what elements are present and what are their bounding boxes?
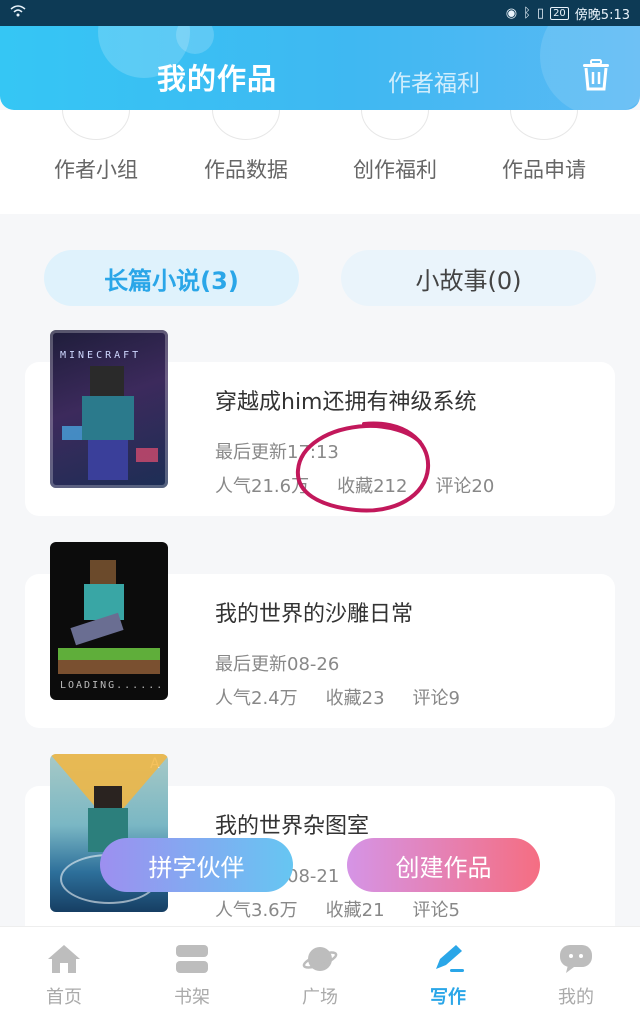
work-favorites: 收藏21: [325, 900, 385, 921]
status-bar: ◉ ᛒ ▯ 20 傍晚5:13: [0, 0, 640, 26]
cover-figure-body: [82, 396, 134, 440]
book-cover[interactable]: LOADING......: [50, 542, 168, 700]
pinzi-partner-button[interactable]: 拼字伙伴: [100, 838, 293, 892]
work-favorites: 收藏23: [325, 688, 385, 709]
nav-label: 广场: [302, 987, 338, 1008]
nav-write[interactable]: 写作: [384, 927, 512, 1024]
nav-home[interactable]: 首页: [0, 927, 128, 1024]
work-title: 我的世界的沙雕日常: [215, 602, 414, 627]
work-popularity: 人气2.4万: [215, 688, 298, 709]
nav-label: 书架: [174, 987, 210, 1008]
work-comments: 评论5: [412, 900, 460, 921]
quick-author-group[interactable]: 作者小组: [31, 154, 161, 184]
work-popularity: 人气3.6万: [215, 900, 298, 921]
quick-creation-welfare[interactable]: 创作福利: [330, 154, 460, 184]
battery-indicator: 20: [550, 6, 569, 20]
segment-short-story[interactable]: 小故事(0): [341, 250, 596, 306]
work-updated: 最后更新08-26: [215, 654, 340, 675]
cover-text: LOADING......: [60, 680, 165, 691]
clock: 傍晚5:13: [574, 7, 630, 23]
vibrate-icon: ▯: [536, 5, 545, 21]
cover-panel: [62, 426, 82, 440]
work-stats: 人气21.6万 收藏212 评论20: [215, 472, 522, 498]
work-favorites: 收藏212: [337, 476, 408, 497]
chat-bubble-icon: [560, 945, 592, 973]
work-comments: 评论9: [412, 688, 460, 709]
quick-work-apply[interactable]: 作品申请: [479, 154, 609, 184]
cover-figure-head: [94, 786, 122, 808]
create-work-button[interactable]: 创建作品: [347, 838, 540, 892]
tab-author-welfare[interactable]: 作者福利: [388, 64, 480, 98]
trash-icon[interactable]: [581, 59, 611, 91]
quick-work-data[interactable]: 作品数据: [181, 154, 311, 184]
planet-icon: [302, 947, 338, 971]
nav-label: 首页: [46, 987, 82, 1008]
eye-icon: ◉: [505, 5, 518, 21]
bookshelf-icon: [176, 945, 208, 973]
cover-grass: [58, 648, 160, 660]
nav-label: 写作: [430, 987, 466, 1008]
cover-dirt: [58, 660, 160, 674]
segment-long-novel[interactable]: 长篇小说(3): [44, 250, 299, 306]
book-cover[interactable]: MINECRAFT: [50, 330, 168, 488]
work-stats: 人气2.4万 收藏23 评论9: [215, 684, 488, 710]
nav-label: 我的: [558, 987, 594, 1008]
nav-bookshelf[interactable]: 书架: [128, 927, 256, 1024]
nav-mine[interactable]: 我的: [512, 927, 640, 1024]
work-stats: 人气3.6万 收藏21 评论5: [215, 896, 488, 922]
nav-square[interactable]: 广场: [256, 927, 384, 1024]
work-updated: 最后更新17:13: [215, 442, 339, 463]
bottom-nav: 首页 书架 广场 写作 我的: [0, 926, 640, 1024]
bluetooth-icon: ᛒ: [523, 5, 531, 21]
cover-text: MINECRAFT: [60, 350, 142, 361]
work-title: 我的世界杂图室: [215, 814, 370, 839]
home-icon: [48, 945, 80, 973]
status-icons: ◉ ᛒ ▯ 20 傍晚5:13: [506, 4, 630, 23]
wifi-icon: [10, 5, 26, 21]
work-comments: 评论20: [435, 476, 495, 497]
work-title: 穿越成him还拥有神级系统: [215, 390, 477, 415]
cover-panel: [136, 448, 158, 462]
header: 我的作品 作者福利: [0, 26, 640, 110]
tab-my-works[interactable]: 我的作品: [157, 56, 277, 98]
cover-figure-head: [90, 366, 124, 396]
cover-figure-head: [90, 560, 116, 584]
work-popularity: 人气21.6万: [215, 476, 310, 497]
quick-actions: 作者小组 作品数据 创作福利 作品申请: [0, 80, 640, 214]
pen-icon: [436, 945, 464, 972]
cover-figure-legs: [88, 440, 128, 480]
